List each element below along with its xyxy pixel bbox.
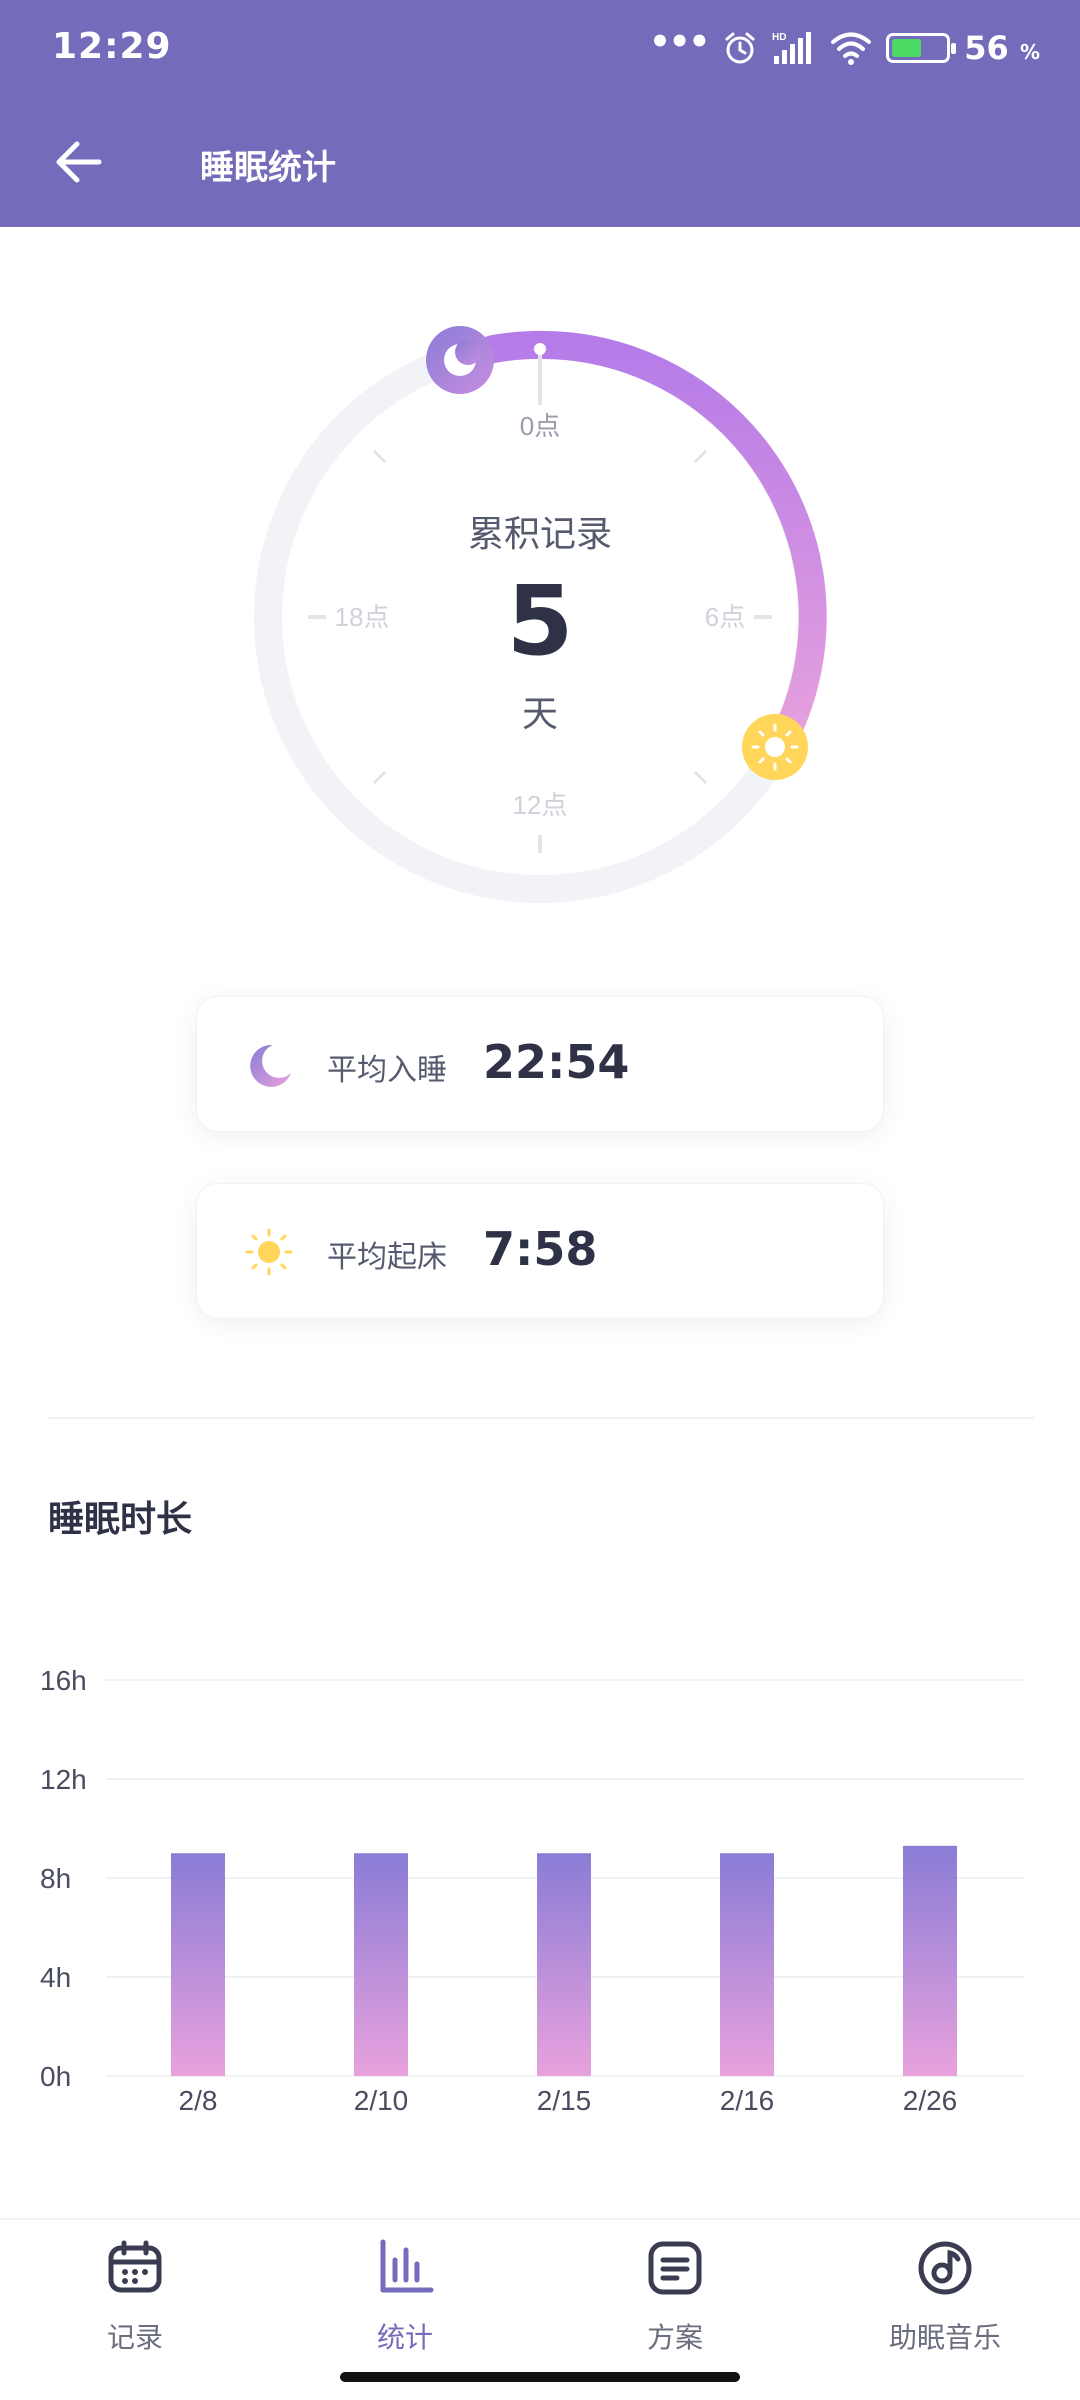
- avg-sleep-label: 平均入睡: [327, 1053, 447, 1088]
- avg-sleep-value: 22:54: [483, 1035, 630, 1089]
- avg-wake-value: 7:58: [483, 1222, 598, 1276]
- sleep-dial: 0点 6点 12点 18点 累积记录 5 天: [0, 320, 1080, 920]
- back-button[interactable]: [40, 124, 116, 200]
- calendar-icon: [108, 2240, 162, 2293]
- section-divider: [48, 1417, 1034, 1419]
- app-header: 12:29 ••• HD 56 % 睡眠统计: [0, 0, 1080, 227]
- nav-header: 睡眠统计: [0, 96, 1080, 227]
- music-disc-icon: [918, 2241, 972, 2295]
- list-doc-icon: [648, 2241, 702, 2295]
- y-tick-label: 0h: [40, 2061, 71, 2092]
- y-tick-label: 8h: [40, 1863, 71, 1894]
- status-time: 12:29: [52, 26, 172, 67]
- svg-text:HD: HD: [772, 32, 786, 43]
- tick-label-top: 0点: [520, 411, 560, 441]
- moon-knob-icon: [426, 326, 494, 394]
- nav-item-music[interactable]: 助眠音乐: [810, 2220, 1080, 2370]
- nav-label-plan: 方案: [646, 2321, 703, 2354]
- x-tick-label: 2/16: [720, 2085, 775, 2116]
- status-icons: ••• HD 56 %: [649, 22, 1040, 72]
- wifi-icon: [831, 32, 872, 65]
- avg-sleep-card: 平均入睡 22:54: [196, 996, 884, 1132]
- x-tick-label: 2/8: [179, 2085, 218, 2116]
- bar-2-15: [537, 1853, 591, 2076]
- status-bar: 12:29 ••• HD 56 %: [0, 0, 1080, 96]
- x-tick-label: 2/15: [537, 2085, 592, 2116]
- bar-2-8: [171, 1853, 225, 2076]
- summary-unit: 天: [521, 694, 558, 735]
- nav-label-record: 记录: [106, 2321, 163, 2354]
- nav-label-music: 助眠音乐: [888, 2321, 1001, 2354]
- battery-icon: [886, 33, 957, 63]
- signal-icon: HD: [772, 32, 812, 64]
- moon-icon: [250, 1044, 291, 1087]
- summary-title: 累积记录: [467, 514, 612, 555]
- arrow-left-icon: [56, 141, 102, 183]
- nav-label-stats: 统计: [376, 2321, 433, 2354]
- more-dots-icon: •••: [649, 22, 710, 62]
- bar-2-16: [720, 1853, 774, 2076]
- section-title: 睡眠时长: [48, 1499, 193, 1540]
- tick-label-bottom: 12点: [513, 790, 568, 820]
- bar-chart-icon: [380, 2239, 434, 2293]
- battery-percent: 56 %: [964, 29, 1040, 67]
- y-tick-label: 12h: [40, 1764, 87, 1795]
- summary-count: 5: [506, 565, 574, 677]
- nav-item-plan[interactable]: 方案: [540, 2220, 810, 2370]
- y-tick-label: 16h: [40, 1665, 87, 1696]
- bar-2-26: [903, 1845, 957, 2076]
- avg-wake-label: 平均起床: [327, 1240, 447, 1275]
- nav-item-record[interactable]: 记录: [0, 2220, 270, 2370]
- y-tick-label: 4h: [40, 1962, 71, 1993]
- page-title: 睡眠统计: [200, 148, 336, 188]
- avg-wake-card: 平均起床 7:58: [196, 1183, 884, 1319]
- sleep-duration-chart: 0h 4h 8h 12h 16h 2/8 2/10 2/15 2/16 2/26: [0, 1620, 1080, 2140]
- x-tick-label: 2/10: [354, 2085, 409, 2116]
- bar-2-10: [354, 1853, 408, 2076]
- sun-icon: [245, 1228, 293, 1276]
- nav-item-stats[interactable]: 统计: [270, 2220, 540, 2370]
- chart-svg: 0h 4h 8h 12h 16h 2/8 2/10 2/15 2/16 2/26: [40, 1665, 1024, 2116]
- alarm-icon: [725, 32, 755, 64]
- x-tick-label: 2/26: [903, 2085, 958, 2116]
- home-indicator[interactable]: [340, 2372, 740, 2382]
